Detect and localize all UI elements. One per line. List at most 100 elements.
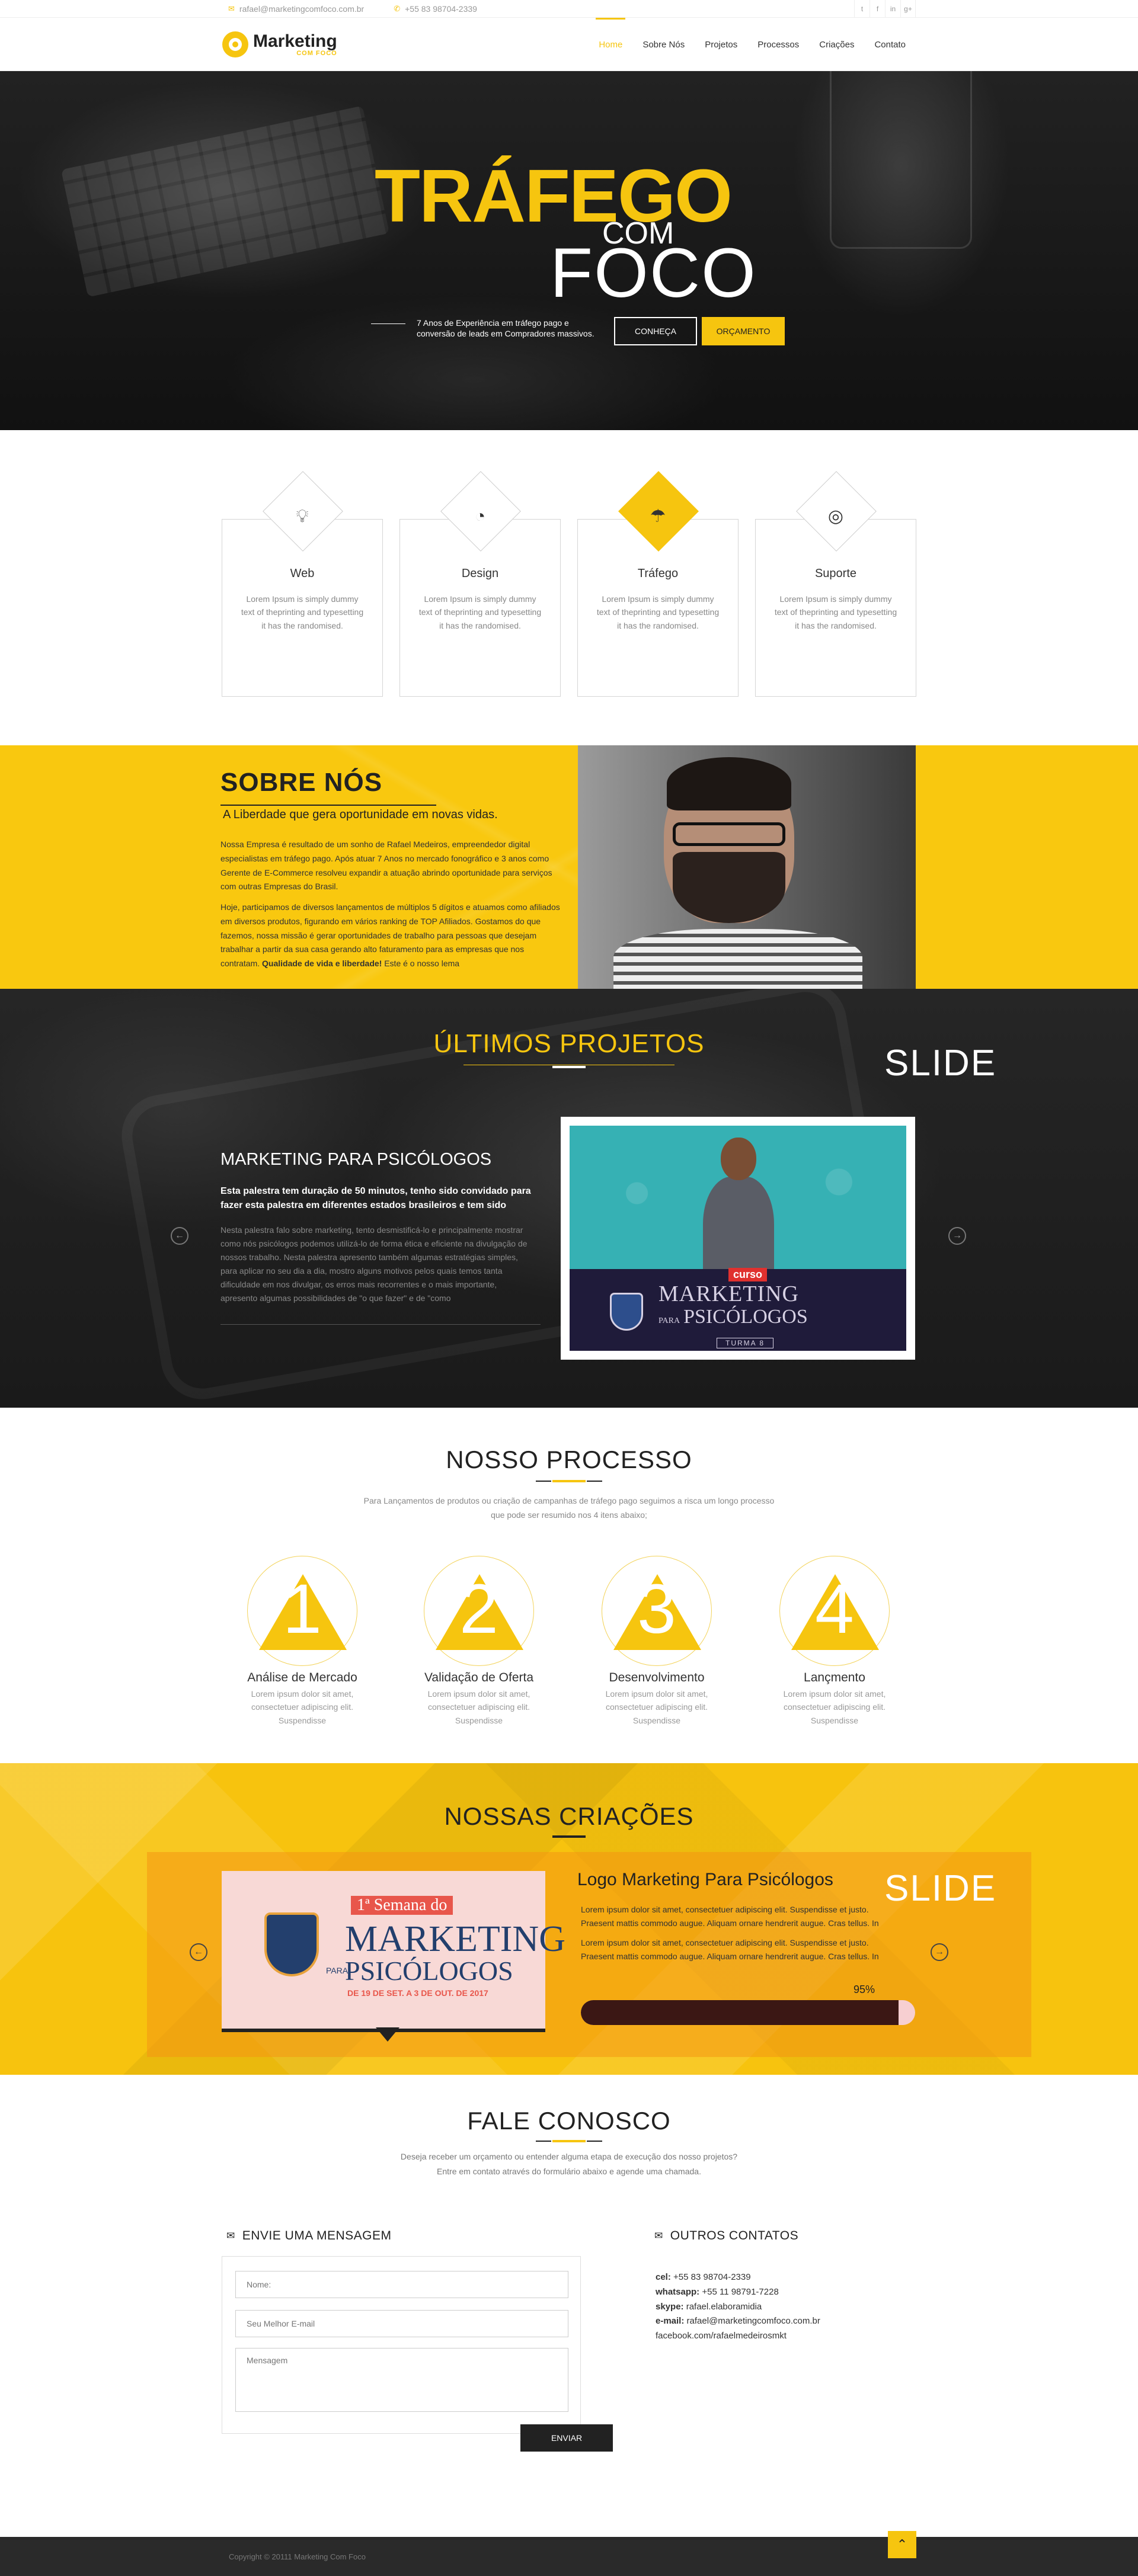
form-heading: ✉ ENVIE UMA MENSAGEM xyxy=(226,2229,391,2243)
course-badge: curso xyxy=(728,1268,768,1281)
nav-sobre[interactable]: Sobre Nós xyxy=(632,18,695,71)
contato-divider xyxy=(536,2140,602,2142)
process-step-1: 1 Análise de Mercado Lorem ipsum dolor s… xyxy=(219,1556,385,1727)
course-subtitle: PARA PSICÓLOGOS xyxy=(658,1306,808,1328)
nav-criacoes[interactable]: Criações xyxy=(809,18,864,71)
info-heading: ✉ OUTROS CONTATOS xyxy=(654,2229,798,2243)
envelope-icon: ✉ xyxy=(654,2230,663,2241)
step-number: 4 xyxy=(815,1570,854,1648)
pie-chart-icon: ◔ xyxy=(474,507,486,526)
hero-divider xyxy=(371,323,405,324)
message-textarea[interactable] xyxy=(235,2348,568,2412)
sobre-divider xyxy=(220,805,436,806)
progress-bar xyxy=(581,2000,915,2025)
prev-arrow-icon[interactable]: ← xyxy=(171,1227,188,1245)
sobre-title: SOBRE NÓS xyxy=(220,768,383,797)
slide-tag: SLIDE xyxy=(884,1043,997,1084)
creation-logo-title: MARKETING xyxy=(345,1919,565,1959)
step-circle: 3 xyxy=(602,1556,712,1666)
service-title: Design xyxy=(461,567,499,580)
info-heading-text: OUTROS CONTATOS xyxy=(670,2229,799,2242)
step-text: Lorem ipsum dolor sit amet, consectetuer… xyxy=(427,1689,530,1725)
hero-section: TRÁFEGO COM FOCO 7 Anos de Experiência e… xyxy=(0,71,1138,430)
service-card-design[interactable]: ◔ Design Lorem Ipsum is simply dummy tex… xyxy=(399,471,561,697)
support-lifebuoy-icon: ◎ xyxy=(827,507,844,526)
google-plus-icon[interactable]: g+ xyxy=(900,0,916,18)
service-card-trafego[interactable]: ☂ Tráfego Lorem Ipsum is simply dummy te… xyxy=(577,471,739,697)
lightbulb-icon: 💡︎ xyxy=(296,507,309,526)
step-title: Desenvolvimento xyxy=(609,1671,705,1684)
creation-paragraph-2: Lorem ipsum dolor sit amet, consectetuer… xyxy=(581,1938,879,1962)
main-nav: Home Sobre Nós Projetos Processos Criaçõ… xyxy=(589,18,916,71)
projetos-divider-accent xyxy=(552,1066,586,1068)
orcamento-button[interactable]: ORÇAMENTO xyxy=(702,317,785,345)
step-circle: 2 xyxy=(424,1556,534,1666)
step-number: 1 xyxy=(283,1570,322,1648)
step-title: Lançmento xyxy=(804,1671,865,1684)
envelope-icon: ✉ xyxy=(226,2230,235,2241)
contact-info: cel: +55 83 98704-2339 whatsapp: +55 11 … xyxy=(656,2270,820,2344)
target-logo-icon xyxy=(222,31,248,57)
logo-main-text: Marketing xyxy=(253,31,337,51)
processo-title: NOSSO PROCESSO xyxy=(446,1446,692,1473)
creation-image: 1ª Semana do MARKETING PARA PSICÓLOGOS D… xyxy=(222,1871,565,2042)
process-step-4: 4 Lançmento Lorem ipsum dolor sit amet, … xyxy=(752,1556,918,1727)
topbar-phone-text: +55 83 98704-2339 xyxy=(405,4,477,14)
info-whatsapp: whatsapp: +55 11 98791-7228 xyxy=(656,2286,779,2297)
nav-contato[interactable]: Contato xyxy=(864,18,916,71)
sobre-subtitle: A Liberdade que gera oportunidade em nov… xyxy=(223,808,498,821)
slide-tag: SLIDE xyxy=(884,1868,997,1909)
nav-processos[interactable]: Processos xyxy=(747,18,809,71)
creation-logo-subtitle: PSICÓLOGOS xyxy=(345,1956,513,1986)
step-title: Validação de Oferta xyxy=(424,1671,534,1684)
name-input[interactable] xyxy=(235,2271,568,2298)
progress-bar-fill xyxy=(581,2000,899,2025)
sobre-section: SOBRE NÓS A Liberdade que gera oportunid… xyxy=(0,745,1138,989)
step-text: Lorem ipsum dolor sit amet, consectetuer… xyxy=(783,1689,886,1725)
service-title: Suporte xyxy=(814,567,857,580)
step-circle: 4 xyxy=(779,1556,890,1666)
facebook-icon[interactable]: f xyxy=(870,0,885,18)
email-input[interactable] xyxy=(235,2310,568,2337)
creation-title: Logo Marketing Para Psicólogos xyxy=(577,1870,833,1889)
project-image: curso MARKETING PARA PSICÓLOGOS TURMA 8 xyxy=(561,1117,915,1360)
twitter-icon[interactable]: t xyxy=(854,0,870,18)
sobre-p2-end: Este é o nosso lema xyxy=(382,959,460,969)
back-to-top-icon[interactable]: ⌃ xyxy=(888,2531,916,2558)
info-facebook[interactable]: facebook.com/rafaelmedeirosmkt xyxy=(656,2329,820,2344)
site-logo[interactable]: Marketing COM FOCO xyxy=(222,31,337,57)
contato-description: Deseja receber um orçamento ou entender … xyxy=(332,2149,806,2179)
contact-form xyxy=(222,2256,581,2434)
next-arrow-icon[interactable]: → xyxy=(931,1943,948,1961)
hero-title-foco: FOCO xyxy=(550,234,757,312)
nav-projetos[interactable]: Projetos xyxy=(695,18,747,71)
hero-glass-photo xyxy=(830,71,972,249)
step-number: 3 xyxy=(637,1570,676,1648)
process-step-3: 3 Desenvolvimento Lorem ipsum dolor sit … xyxy=(574,1556,740,1727)
service-card-suporte[interactable]: ◎ Suporte Lorem Ipsum is simply dummy te… xyxy=(755,471,916,697)
nav-home[interactable]: Home xyxy=(589,18,632,71)
conheca-button[interactable]: CONHEÇA xyxy=(614,317,697,345)
process-step-2: 2 Validação de Oferta Lorem ipsum dolor … xyxy=(396,1556,562,1727)
processo-description: Para Lançamentos de produtos ou criação … xyxy=(363,1496,775,1520)
site-footer: Copyright © 20111 Marketing Com Foco ⌃ xyxy=(0,2531,1138,2576)
topbar-email[interactable]: ✉ rafael@marketingcomfoco.com.br xyxy=(228,4,364,14)
processo-section: NOSSO PROCESSO Para Lançamentos de produ… xyxy=(0,1408,1138,1763)
criacoes-title: NOSSAS CRIAÇÕES xyxy=(444,1802,694,1830)
service-text: Lorem Ipsum is simply dummy text of thep… xyxy=(241,594,364,630)
send-button[interactable]: ENVIAR xyxy=(520,2424,613,2452)
next-arrow-icon[interactable]: → xyxy=(948,1227,966,1245)
course-para: PARA xyxy=(658,1316,680,1325)
top-bar: ✉ rafael@marketingcomfoco.com.br ✆ +55 8… xyxy=(0,0,1138,18)
linkedin-icon[interactable]: in xyxy=(885,0,900,18)
prev-arrow-icon[interactable]: ← xyxy=(190,1943,207,1961)
info-email[interactable]: e-mail: rafael@marketingcomfoco.com.br xyxy=(656,2314,820,2329)
course-title: MARKETING xyxy=(658,1281,799,1306)
services-section: 💡︎ Web Lorem Ipsum is simply dummy text … xyxy=(0,430,1138,745)
criacoes-section: NOSSAS CRIAÇÕES 1ª Semana do MARKETING P… xyxy=(0,1763,1138,2075)
service-card-web[interactable]: 💡︎ Web Lorem Ipsum is simply dummy text … xyxy=(222,471,383,697)
topbar-phone[interactable]: ✆ +55 83 98704-2339 xyxy=(394,4,477,14)
form-heading-text: ENVIE UMA MENSAGEM xyxy=(242,2229,392,2242)
hero-title-trafego: TRÁFEGO xyxy=(375,154,733,238)
service-text: Lorem Ipsum is simply dummy text of thep… xyxy=(596,594,720,630)
